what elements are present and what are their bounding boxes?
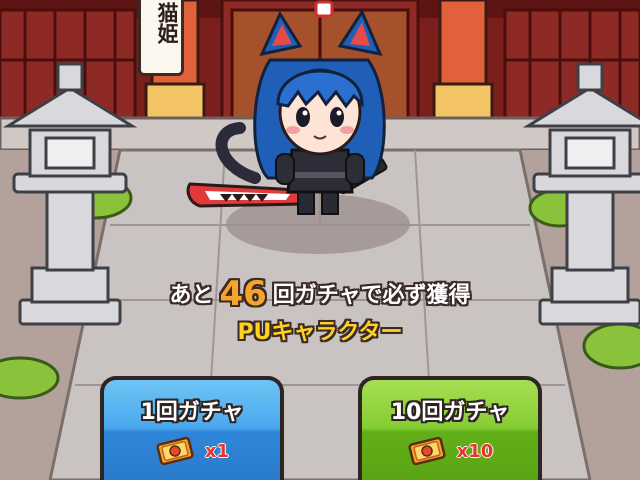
ten-gacha-cost-text: x10: [456, 440, 494, 462]
single-gacha-button[interactable]: 1回ガチャ x1: [100, 376, 284, 480]
game-scene: 猫姫 あと 46 回ガチャで必ず獲得 PUキャラクター 1回ガチャ x1 10回…: [0, 0, 640, 480]
gacha-ticket-icon: [408, 436, 446, 466]
pity-message: あと 46 回ガチャで必ず獲得: [0, 272, 640, 318]
ten-gacha-cost: x10: [362, 436, 538, 466]
pity-counter: あと 46 回ガチャで必ず獲得 PUキャラクター: [0, 272, 640, 346]
pity-prefix: あと: [169, 283, 214, 308]
character-sprite[interactable]: [0, 0, 640, 480]
ten-gacha-button[interactable]: 10回ガチャ x10: [358, 376, 542, 480]
gacha-ticket-icon: [156, 436, 194, 466]
pity-count: 46: [219, 274, 267, 314]
single-gacha-label: 1回ガチャ: [140, 400, 244, 425]
pity-reward: PUキャラクター: [237, 320, 403, 345]
single-gacha-cost: x1: [104, 436, 280, 466]
ten-gacha-label: 10回ガチャ: [390, 400, 510, 425]
pity-suffix: 回ガチャで必ず獲得: [272, 283, 471, 308]
single-gacha-cost-text: x1: [204, 440, 230, 462]
